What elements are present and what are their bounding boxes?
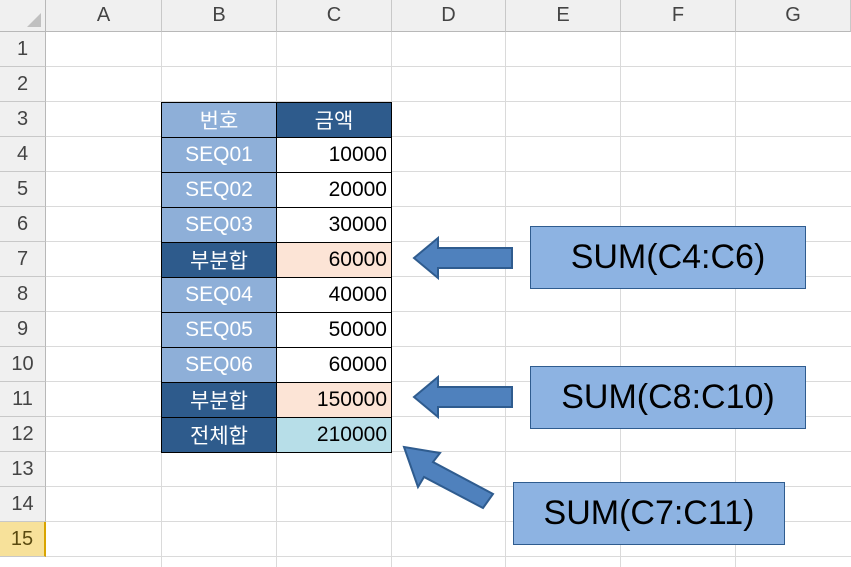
column-header-f[interactable]: F (621, 0, 736, 32)
cell-c8[interactable]: 40000 (276, 277, 392, 313)
callout-sum-c8-c10: SUM(C8:C10) (530, 366, 806, 429)
cell-c4[interactable]: 10000 (276, 137, 392, 173)
cell-b11-subtotal[interactable]: 부분합 (161, 382, 277, 418)
arrow-left-icon (412, 235, 513, 281)
callout-sum-c4-c6: SUM(C4:C6) (530, 226, 806, 289)
select-all-corner[interactable] (0, 0, 46, 32)
row-header-9[interactable]: 9 (0, 312, 46, 347)
arrow-left-icon (412, 374, 513, 420)
row-header-5[interactable]: 5 (0, 172, 46, 207)
cell-b3-header[interactable]: 번호 (161, 102, 277, 138)
spreadsheet: A B C D E F G 1 2 3 4 5 6 7 8 9 10 11 12… (0, 0, 851, 567)
cell-c11-subtotal[interactable]: 150000 (276, 382, 392, 418)
cell-c9[interactable]: 50000 (276, 312, 392, 348)
row-header-3[interactable]: 3 (0, 102, 46, 137)
cell-b9[interactable]: SEQ05 (161, 312, 277, 348)
column-header-d[interactable]: D (392, 0, 506, 32)
cell-c6[interactable]: 30000 (276, 207, 392, 243)
grid-line (46, 66, 851, 67)
select-all-triangle-icon (27, 13, 41, 27)
row-header-11[interactable]: 11 (0, 382, 46, 417)
row-header-10[interactable]: 10 (0, 347, 46, 382)
column-header-e[interactable]: E (506, 0, 621, 32)
row-header-13[interactable]: 13 (0, 452, 46, 487)
row-header-8[interactable]: 8 (0, 277, 46, 312)
cell-b7-subtotal[interactable]: 부분합 (161, 242, 277, 278)
cell-b12-total[interactable]: 전체합 (161, 417, 277, 453)
column-header-a[interactable]: A (46, 0, 162, 32)
row-header-7[interactable]: 7 (0, 242, 46, 277)
row-header-6[interactable]: 6 (0, 207, 46, 242)
cell-b6[interactable]: SEQ03 (161, 207, 277, 243)
column-header-b[interactable]: B (162, 0, 277, 32)
cell-c7-subtotal[interactable]: 60000 (276, 242, 392, 278)
cell-b8[interactable]: SEQ04 (161, 277, 277, 313)
row-header-2[interactable]: 2 (0, 67, 46, 102)
cell-b4[interactable]: SEQ01 (161, 137, 277, 173)
cell-b10[interactable]: SEQ06 (161, 347, 277, 383)
cell-c5[interactable]: 20000 (276, 172, 392, 208)
row-header-4[interactable]: 4 (0, 137, 46, 172)
column-header-c[interactable]: C (277, 0, 392, 32)
grid-line (46, 556, 851, 557)
row-header-15[interactable]: 15 (0, 522, 46, 557)
cell-c3-header[interactable]: 금액 (276, 102, 392, 138)
arrow-up-left-icon (402, 445, 495, 510)
callout-sum-c7-c11: SUM(C7:C11) (513, 482, 785, 545)
cell-c12-total[interactable]: 210000 (276, 417, 392, 453)
row-header-14[interactable]: 14 (0, 487, 46, 522)
column-header-g[interactable]: G (736, 0, 851, 32)
cell-b5[interactable]: SEQ02 (161, 172, 277, 208)
row-header-12[interactable]: 12 (0, 417, 46, 452)
row-header-1[interactable]: 1 (0, 32, 46, 67)
cell-c10[interactable]: 60000 (276, 347, 392, 383)
